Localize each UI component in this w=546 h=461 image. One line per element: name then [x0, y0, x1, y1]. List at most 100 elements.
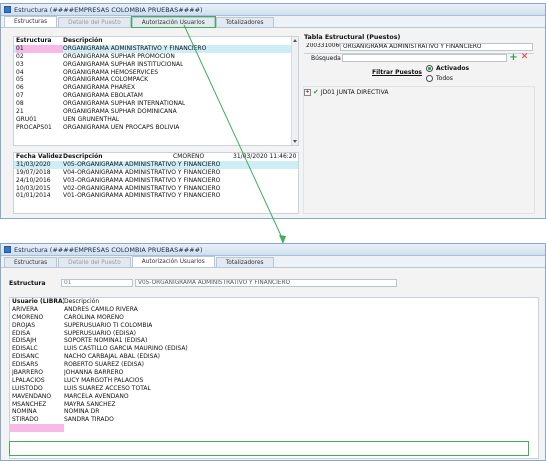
user-description: ROBERTO SUAREZ (EDISA) — [64, 361, 144, 369]
user-row[interactable]: MAVENDANO MARCELA AVENDAÑO — [10, 393, 538, 401]
estructuras-list[interactable]: Estructura Descripción 01 ORGANIGRAMA ADM… — [13, 36, 299, 146]
radio-todos-icon[interactable] — [426, 75, 433, 82]
user-login: NOMINA — [12, 408, 37, 416]
delete-icon[interactable]: ✕ — [520, 53, 529, 62]
estructura-row[interactable]: 08 ORGANIGRAMA SUPHAR INTERNATIONAL — [14, 100, 298, 108]
user-login: EDISALC — [12, 345, 38, 353]
user-description: LUCY MARGOTH PALACIOS — [64, 376, 144, 384]
estructura-code-field[interactable]: 01 — [61, 279, 133, 287]
user-row[interactable]: LPALACIOS LUCY MARGOTH PALACIOS — [10, 377, 538, 385]
top-window: Estructura (####EMPRESAS COLOMBIA PRUEBA… — [0, 3, 546, 219]
radio-activados-icon[interactable] — [426, 65, 433, 72]
user-login: DROJAS — [12, 321, 36, 329]
estructura-row[interactable]: 04 ORGANIGRAMA HEMOSERVICES — [14, 69, 298, 77]
bottom-window-title: Estructura (####EMPRESAS COLOMBIA PRUEBA… — [14, 245, 203, 254]
user-row[interactable]: STIRADO SANDRA TIRADO — [10, 416, 538, 424]
users-list[interactable]: Usuario (LIBRA) Descripción ARIVERA ANDRE… — [9, 297, 539, 459]
user-row[interactable]: ARIVERA ANDRES CAMILO RIVERA — [10, 306, 538, 314]
new-row-highlight — [9, 441, 529, 456]
tab-totalizadores[interactable]: Totalizadores — [215, 17, 274, 27]
user-login: EDISA — [12, 329, 31, 337]
new-user-row[interactable] — [10, 424, 538, 433]
user-row[interactable]: EDISAJH SOPORTE NOMINA1 (EDISA) — [10, 337, 538, 345]
user-description: MARCELA AVENDAÑO — [64, 392, 129, 400]
user-row[interactable]: EDISALC LUIS CASTILLO GARCIA MAURIÑO (EDI… — [10, 345, 538, 353]
busqueda-input[interactable] — [342, 54, 507, 62]
validity-row[interactable]: 24/10/2016 V03-ORGANIGRAMA ADMINISTRATIVO… — [14, 177, 298, 185]
tab-estructuras[interactable]: Estructuras — [4, 257, 58, 267]
radio-activados[interactable]: Activados — [426, 65, 469, 72]
tab-autorizacion-usuarios[interactable]: Autorización Usuarios — [130, 16, 216, 28]
estructura-row[interactable]: 21 ORGANIGRAMA SUPHAR DOMINICANA — [14, 108, 298, 116]
estructura-code: 06 — [16, 84, 24, 92]
validity-date: 31/03/2020 — [16, 160, 51, 168]
user-row[interactable]: MSANCHEZ MAYRA SANCHEZ — [10, 401, 538, 409]
bottom-titlebar: Estructura (####EMPRESAS COLOMBIA PRUEBA… — [1, 244, 545, 256]
new-user-cell[interactable] — [10, 424, 64, 433]
tab-totalizadores[interactable]: Totalizadores — [215, 257, 274, 267]
user-row[interactable]: DROJAS SUPERUSUARIO TI COLOMBIA — [10, 322, 538, 330]
user-row[interactable]: EDISA SUPERUSUARIO (EDISA) — [10, 330, 538, 338]
estructura-code: 05 — [16, 76, 24, 84]
user-description: NACHO CARBAJAL ABAL (EDISA) — [64, 353, 160, 361]
estructura-code: 03 — [16, 60, 24, 68]
tabla-estructural-code[interactable]: 2003310060 — [304, 43, 340, 51]
user-description: JOHANNA BARRERO — [64, 369, 124, 377]
scroll-down-icon[interactable] — [293, 140, 297, 143]
validity-row[interactable]: 10/03/2015 V02-ORGANIGRAMA ADMINISTRATIVO… — [14, 185, 298, 193]
estructura-description: ORGANIGRAMA SUPHAR PROMOCIÓN — [63, 52, 175, 60]
estructura-row[interactable]: 01 ORGANIGRAMA ADMINISTRATIVO Y FINANCIER… — [14, 44, 298, 53]
user-login: STIRADO — [12, 416, 39, 424]
tabla-estructural-desc[interactable]: ORGANIGRAMA ADMINISTRATIVO Y FINANCIERO — [340, 43, 533, 51]
tree-panel — [303, 86, 535, 214]
estructura-row[interactable]: GRU01 UEN GRUNENTHAL — [14, 116, 298, 124]
validity-header: Fecha Validez Descripción CMORENO 31/03/… — [14, 153, 298, 161]
user-row[interactable]: NOMINA NOMINA DR — [10, 408, 538, 416]
validity-row[interactable]: 01/01/2014 V01-ORGANIGRAMA ADMINISTRATIVO… — [14, 192, 298, 200]
estructura-row[interactable]: 02 ORGANIGRAMA SUPHAR PROMOCIÓN — [14, 53, 298, 61]
user-description: MAYRA SANCHEZ — [64, 400, 116, 408]
users-rows: ARIVERA ANDRES CAMILO RIVERA CMORENO CAROLI… — [10, 306, 538, 424]
validity-description: V05-ORGANIGRAMA ADMINISTRATIVO Y FINANCI… — [63, 160, 221, 168]
estructura-row[interactable]: 06 ORGANIGRAMA PHAREX — [14, 84, 298, 92]
user-row[interactable]: CMORENO CAROLINA MORENO — [10, 314, 538, 322]
user-row[interactable]: LUISTODO LUIS SUAREZ ACCESO TOTAL — [10, 385, 538, 393]
user-row[interactable]: EDISARS ROBERTO SUAREZ (EDISA) — [10, 361, 538, 369]
estructura-row[interactable]: PROCAPS01 ORGANIGRAMA UEN PROCAPS BOLIVIA — [14, 124, 298, 132]
validity-description: V02-ORGANIGRAMA ADMINISTRATIVO Y FINANCI… — [63, 184, 221, 192]
col-descripcion: Descripción — [63, 37, 103, 44]
estructuras-scrollbar[interactable] — [291, 37, 298, 145]
validity-row[interactable]: 31/03/2020 V05-ORGANIGRAMA ADMINISTRATIVO… — [14, 160, 298, 169]
user-description: NOMINA DR — [64, 408, 100, 416]
tab-estructuras[interactable]: Estructuras — [4, 16, 58, 27]
user-description: SANDRA TIRADO — [64, 416, 114, 424]
validity-row[interactable]: 19/07/2018 V04-ORGANIGRAMA ADMINISTRATIVO… — [14, 169, 298, 177]
tab-autorizacion-usuarios[interactable]: Autorización Usuarios — [131, 256, 215, 267]
estructura-description: ORGANIGRAMA SUPHAR INTERNATIONAL — [63, 100, 186, 108]
estructura-desc-field[interactable]: V05-ORGANIGRAMA ADMINISTRATIVO Y FINANCI… — [135, 279, 397, 287]
validity-list[interactable]: Fecha Validez Descripción CMORENO 31/03/… — [13, 152, 299, 214]
estructura-label: Estructura — [9, 280, 46, 287]
estructura-description: ORGANIGRAMA COLOMPACK — [63, 76, 149, 84]
user-description: ANDRES CAMILO RIVERA — [64, 305, 138, 313]
validity-date: 10/03/2015 — [16, 184, 51, 192]
user-row[interactable]: JBARRERO JOHANNA BARRERO — [10, 369, 538, 377]
user-login: EDISARS — [12, 361, 39, 369]
estructura-row[interactable]: 07 ORGANIGRAMA EBOLATAM — [14, 92, 298, 100]
radio-todos[interactable]: Todos — [426, 75, 453, 82]
validity-rows: 31/03/2020 V05-ORGANIGRAMA ADMINISTRATIVO… — [14, 160, 298, 200]
user-login: LUISTODO — [12, 384, 43, 392]
user-description: CAROLINA MORENO — [64, 313, 124, 321]
estructura-row[interactable]: 05 ORGANIGRAMA COLOMPACK — [14, 76, 298, 84]
radio-todos-label: Todos — [436, 75, 453, 82]
estructura-row[interactable]: 03 ORGANIGRAMA SUPHAR INSTITUCIONAL — [14, 61, 298, 69]
validity-date: 24/10/2016 — [16, 176, 51, 184]
tab-detalle-puesto[interactable]: Detalle del Puesto — [58, 257, 131, 267]
col-usuario: Usuario (LIBRA) — [12, 298, 64, 305]
user-login: CMORENO — [12, 313, 44, 321]
tab-detalle-puesto[interactable]: Detalle del Puesto — [58, 17, 131, 27]
add-icon[interactable]: + — [509, 53, 518, 63]
user-description: SOPORTE NOMINA1 (EDISA) — [64, 337, 148, 345]
user-row[interactable]: EDISANC NACHO CARBAJAL ABAL (EDISA) — [10, 353, 538, 361]
scroll-up-icon[interactable] — [293, 39, 297, 42]
